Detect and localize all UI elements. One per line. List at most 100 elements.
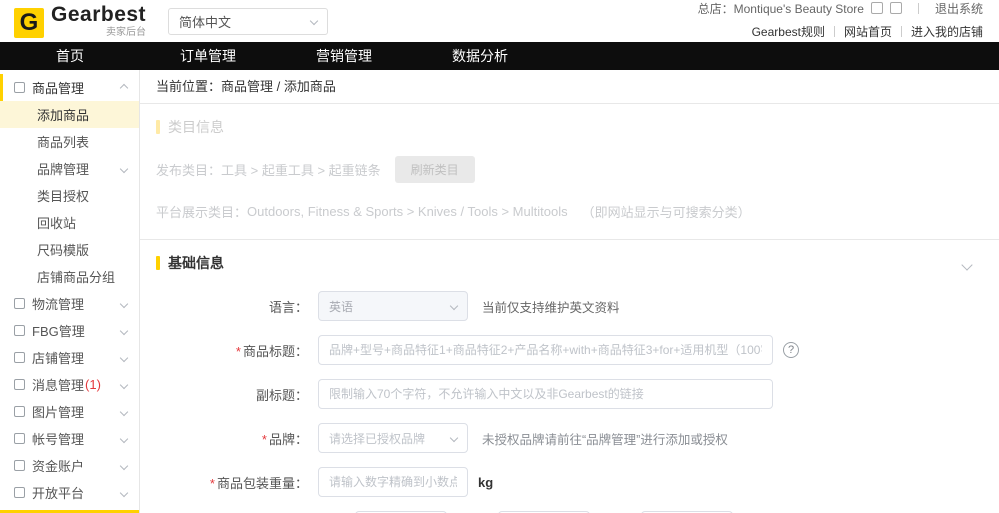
sidebar-item-label: 开放平台: [32, 486, 85, 501]
sidebar-item-label: 回收站: [37, 216, 77, 231]
chevron-down-icon: [119, 407, 129, 416]
sidebar-item-product-list[interactable]: 商品列表: [0, 128, 139, 155]
sidebar-item-add-product[interactable]: 添加商品: [0, 101, 139, 128]
chevron-up-icon: [119, 83, 129, 92]
product-title-input[interactable]: [318, 335, 773, 365]
breadcrumb: 当前位置：商品管理 / 添加商品: [140, 70, 999, 104]
logistics-icon: [14, 298, 25, 309]
brand-row: * 品牌： 请选择已授权品牌 未授权品牌请前往“品牌管理”进行添加或授权: [156, 423, 983, 453]
language-label: 语言：: [268, 299, 308, 315]
sidebar-item-brand-management[interactable]: 品牌管理: [0, 155, 139, 182]
main-content: 当前位置：商品管理 / 添加商品 类目信息 发布类目： 工具 > 起重工具 > …: [140, 70, 999, 513]
sidebar-item-store-product-groups[interactable]: 店铺商品分组: [0, 263, 139, 290]
chevron-down-icon: [119, 461, 129, 470]
account-icon: [14, 433, 25, 444]
section-marker: [156, 120, 160, 134]
message-icon: [14, 379, 25, 390]
package-weight-label: * 商品包装重量：: [209, 475, 308, 491]
sidebar: 商品管理 添加商品 商品列表 品牌管理 类目授权 回收站 尺码模版 店铺商品分组…: [0, 70, 140, 513]
sidebar-item-label: 消息管理: [32, 378, 85, 393]
section-marker: [156, 256, 160, 270]
product-title-row: *商品标题： ?: [156, 335, 983, 365]
sidebar-item-funds-account[interactable]: 资金账户: [0, 452, 139, 479]
store-icon: [14, 352, 25, 363]
shop-icon[interactable]: [870, 2, 883, 14]
brand-subtitle: 卖家后台: [106, 27, 147, 38]
sidebar-item-label: 资金账户: [32, 459, 85, 474]
logo-g-icon: G: [14, 8, 44, 38]
language-value: 英语: [329, 299, 354, 314]
sidebar-item-label: 店铺商品分组: [37, 270, 116, 285]
language-select-field[interactable]: 英语: [318, 291, 468, 321]
sidebar-item-store-management[interactable]: 店铺管理: [0, 344, 139, 371]
language-row: 语言： 英语 当前仅支持维护英文资料: [156, 291, 983, 321]
mail-icon[interactable]: [889, 2, 902, 14]
sidebar-item-label: 店铺管理: [32, 351, 85, 366]
chevron-down-icon: [309, 16, 319, 26]
language-select[interactable]: 简体中文: [168, 7, 329, 35]
sidebar-item-label: 尺码模版: [37, 243, 90, 258]
chevron-down-icon: [119, 488, 129, 497]
publish-category-label: 发布类目：: [156, 163, 222, 178]
main-nav: 首页 订单管理 营销管理 数据分析: [0, 42, 999, 70]
divider: [917, 2, 919, 14]
sidebar-item-open-platform[interactable]: 开放平台: [0, 479, 139, 506]
sidebar-item-recycle-bin[interactable]: 回收站: [0, 209, 139, 236]
fbg-icon: [14, 325, 25, 336]
message-count-badge: (1): [85, 377, 101, 392]
top-header: G Gearbest 卖家后台 简体中文 总店：Montique's Beaut…: [0, 0, 999, 42]
chevron-down-icon: [119, 353, 129, 362]
sidebar-item-product-management[interactable]: 商品管理: [0, 74, 139, 101]
sidebar-item-fbg-management[interactable]: FBG管理: [0, 317, 139, 344]
publish-category-path: 工具 > 起重工具 > 起重链条: [221, 163, 381, 178]
sidebar-item-label: 帐号管理: [32, 432, 85, 447]
package-weight-input[interactable]: [318, 467, 468, 497]
sidebar-item-message-management[interactable]: 消息管理 (1): [0, 371, 139, 398]
nav-data-analysis[interactable]: 数据分析: [412, 46, 548, 66]
gearbest-logo[interactable]: G Gearbest 卖家后台: [14, 4, 146, 38]
platform-category-path: Outdoors, Fitness & Sports > Knives / To…: [247, 204, 568, 219]
chevron-down-icon: [119, 326, 129, 335]
logout-link[interactable]: 退出系统: [935, 0, 983, 17]
product-title-label: * 商品标题：: [235, 343, 308, 359]
sidebar-item-label: 类目授权: [37, 189, 90, 204]
brand-select-field[interactable]: 请选择已授权品牌: [318, 423, 468, 453]
required-mark: *: [235, 343, 241, 359]
basic-info-section: 基础信息 语言： 英语 当前仅支持维护英文资料 * 商品标题： 品牌+型号+商品…: [140, 240, 999, 513]
refresh-category-button[interactable]: 刷新类目: [394, 156, 475, 183]
category-info-section: 类目信息 发布类目： 工具 > 起重工具 > 起重链条 刷新类目 平台展示类目：…: [140, 104, 999, 240]
chevron-down-icon: [449, 433, 459, 443]
link-enter-my-store[interactable]: 进入我的店铺: [911, 23, 983, 40]
brand-hint: 未授权品牌请前往“品牌管理”进行添加或授权: [482, 432, 728, 447]
sidebar-item-size-template[interactable]: 尺码模版: [0, 236, 139, 263]
nav-home[interactable]: 首页: [0, 46, 140, 66]
sidebar-item-image-management[interactable]: 图片管理: [0, 398, 139, 425]
weight-unit-label: kg: [478, 474, 494, 490]
language-select-value: 简体中文: [179, 14, 232, 30]
chevron-down-icon: [449, 301, 459, 311]
chevron-down-icon: [119, 164, 129, 173]
sidebar-item-label: 物流管理: [32, 297, 85, 312]
sidebar-item-label: 商品管理: [32, 81, 85, 96]
collapse-section-button[interactable]: [961, 256, 973, 274]
header-account-area: 总店：Montique's Beauty Store 退出系统 Gearbest…: [697, 0, 983, 40]
brand-name: Gearbest: [51, 3, 147, 26]
platform-category-label: 平台展示类目：: [156, 205, 248, 220]
link-site-home[interactable]: 网站首页: [844, 23, 892, 40]
sidebar-item-label: FBG管理: [32, 324, 85, 339]
platform-category-note: （即网站显示与可搜索分类）: [581, 205, 751, 220]
subtitle-input[interactable]: [318, 379, 773, 409]
sidebar-item-account-management[interactable]: 帐号管理: [0, 425, 139, 452]
subtitle-row: 副标题：: [156, 379, 983, 409]
sidebar-item-logistics-management[interactable]: 物流管理: [0, 290, 139, 317]
link-gearbest-rules[interactable]: Gearbest规则: [752, 23, 825, 40]
sidebar-item-category-authorization[interactable]: 类目授权: [0, 182, 139, 209]
chevron-down-icon: [119, 299, 129, 308]
required-mark: *: [209, 475, 215, 491]
nav-order-management[interactable]: 订单管理: [140, 46, 276, 66]
help-icon[interactable]: ?: [783, 342, 799, 358]
account-store-label: 总店：Montique's Beauty Store: [697, 1, 864, 16]
basic-info-form: 语言： 英语 当前仅支持维护英文资料 *商品标题： ? 副标题：: [156, 291, 983, 513]
language-hint: 当前仅支持维护英文资料: [482, 300, 620, 315]
nav-marketing-management[interactable]: 营销管理: [276, 46, 412, 66]
